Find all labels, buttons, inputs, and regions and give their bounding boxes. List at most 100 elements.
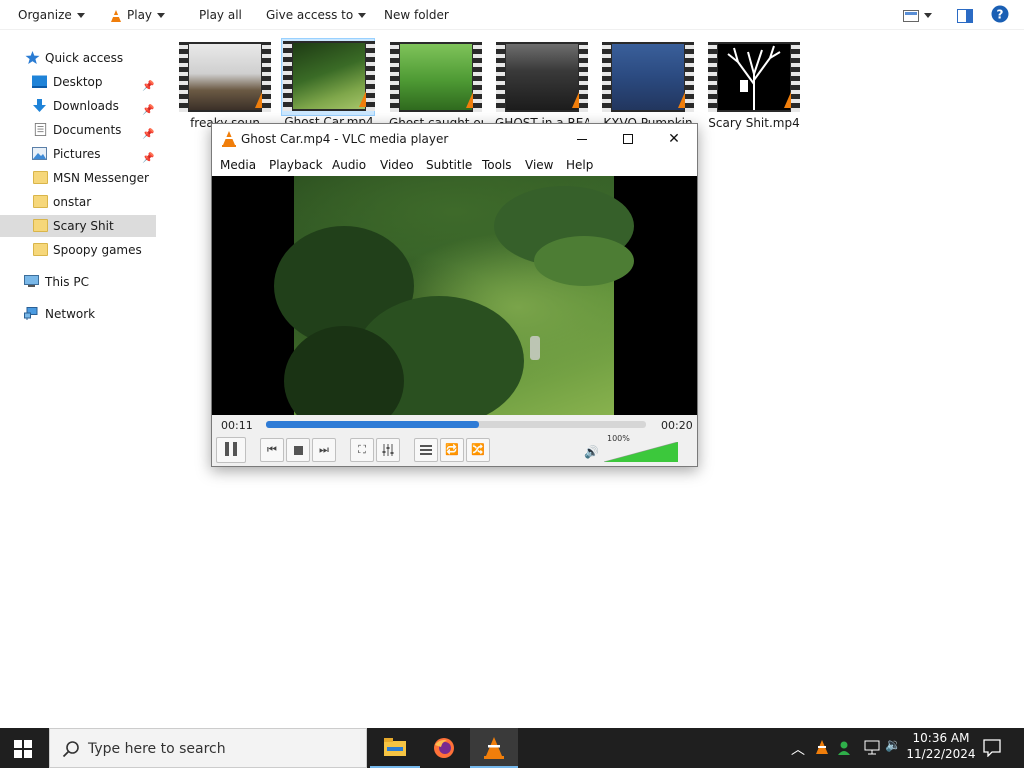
vlc-cone-icon — [255, 92, 269, 108]
seek-bar[interactable] — [266, 421, 646, 428]
close-button[interactable]: ✕ — [651, 124, 697, 154]
previous-button[interactable]: ⏮ — [260, 438, 284, 462]
elapsed-time: 00:11 — [221, 419, 253, 432]
maximize-icon — [623, 134, 633, 144]
play-label: Play — [127, 8, 153, 22]
menu-tools[interactable]: Tools — [482, 158, 512, 172]
nav-item-spoopy-games[interactable]: Spoopy games — [0, 239, 156, 261]
playlist-button[interactable] — [414, 438, 438, 462]
fullscreen-button[interactable]: ⛶ — [350, 438, 374, 462]
nav-item-downloads[interactable]: Downloads 📌 — [0, 95, 156, 117]
nav-this-pc[interactable]: This PC — [0, 271, 156, 293]
taskbar-search-box[interactable]: Type here to search — [49, 728, 367, 768]
people-icon[interactable] — [838, 740, 854, 756]
menu-playback[interactable]: Playback — [269, 158, 323, 172]
film-strip-icon — [283, 41, 375, 111]
svg-text:?: ? — [997, 8, 1004, 22]
extended-settings-button[interactable] — [376, 438, 400, 462]
chevron-down-icon — [924, 13, 932, 18]
explorer-toolbar: Organize Play Play all Give access to Ne… — [0, 0, 1024, 30]
nav-item-documents[interactable]: Documents 📌 — [0, 119, 156, 141]
start-button[interactable] — [14, 740, 32, 761]
vlc-title-bar[interactable]: Ghost Car.mp4 - VLC media player ✕ — [212, 124, 697, 154]
video-bush — [534, 236, 634, 286]
file-thumbnail[interactable]: Ghost caught on — [389, 40, 483, 130]
clock-date: 11/22/2024 — [906, 747, 976, 761]
vlc-window-title: Ghost Car.mp4 - VLC media player — [241, 132, 449, 146]
taskbar-vlc[interactable] — [470, 728, 518, 768]
file-thumbnail[interactable]: KXVO Pumpkin — [601, 40, 695, 130]
file-thumbnail[interactable]: freaky soun gi — [178, 40, 272, 145]
nav-item-desktop[interactable]: Desktop 📌 — [0, 71, 156, 93]
menu-video[interactable]: Video — [380, 158, 414, 172]
previous-icon: ⏮ — [267, 443, 277, 456]
file-thumbnail[interactable]: GHOST in a REAL — [495, 40, 589, 130]
star-icon — [25, 51, 40, 64]
volume-tray-icon[interactable]: 🔉 — [885, 738, 901, 753]
clock[interactable]: 10:36 AM 11/22/2024 — [905, 731, 977, 761]
network-icon — [24, 307, 38, 320]
clock-time: 10:36 AM — [912, 731, 970, 745]
folder-icon — [33, 195, 48, 208]
nav-item-msn-messenger[interactable]: MSN Messenger — [0, 167, 156, 189]
play-button[interactable]: Play — [109, 6, 166, 24]
chevron-up-icon[interactable]: ︿ — [791, 739, 805, 759]
taskbar-firefox[interactable] — [420, 728, 470, 768]
nav-label: Pictures — [53, 147, 101, 161]
menu-view[interactable]: View — [525, 158, 553, 172]
vlc-cone-icon — [484, 737, 504, 759]
pause-button[interactable] — [216, 437, 246, 463]
shuffle-button[interactable]: 🔀 — [466, 438, 490, 462]
file-explorer-icon — [384, 738, 406, 756]
desktop-icon — [32, 75, 47, 88]
nav-network[interactable]: Network — [0, 303, 156, 325]
equalizer-icon — [382, 444, 394, 456]
new-folder-button[interactable]: New folder — [384, 6, 449, 24]
vlc-cone-icon — [572, 92, 586, 108]
speaker-icon[interactable]: 🔊 — [584, 445, 599, 459]
next-button[interactable]: ⏭ — [312, 438, 336, 462]
organize-button[interactable]: Organize — [18, 6, 85, 24]
network-tray-icon[interactable] — [862, 740, 880, 756]
firefox-icon — [434, 738, 454, 758]
help-icon: ? — [991, 5, 1009, 23]
film-strip-icon — [496, 42, 588, 112]
view-options-button[interactable] — [903, 6, 932, 24]
chevron-down-icon — [358, 13, 367, 18]
menu-audio[interactable]: Audio — [332, 158, 366, 172]
give-access-button[interactable]: Give access to — [266, 6, 367, 24]
loop-button[interactable]: 🔁 — [440, 438, 464, 462]
volume-slider[interactable] — [603, 441, 679, 463]
file-thumbnail-selected[interactable]: Ghost Car.mp4 — [281, 38, 375, 129]
tray-vlc-icon[interactable] — [815, 740, 829, 756]
help-button[interactable]: ? — [991, 5, 1009, 23]
minimize-button[interactable] — [559, 124, 605, 154]
preview-pane-button[interactable] — [957, 6, 973, 24]
menu-media[interactable]: Media — [220, 158, 256, 172]
pictures-icon — [32, 147, 47, 160]
chevron-down-icon — [76, 13, 85, 18]
notifications-icon[interactable] — [983, 739, 1001, 757]
maximize-button[interactable] — [605, 124, 651, 154]
nav-quick-access[interactable]: Quick access — [0, 47, 156, 69]
download-icon — [33, 99, 46, 112]
nav-label: Scary Shit — [53, 219, 114, 233]
ghost-figure — [530, 336, 540, 360]
nav-label: This PC — [45, 275, 89, 289]
folder-icon — [33, 171, 48, 184]
taskbar-file-explorer[interactable] — [370, 728, 420, 768]
nav-item-scary-shit[interactable]: Scary Shit — [0, 215, 156, 237]
vlc-cone-icon — [111, 9, 121, 22]
file-thumbnail[interactable]: Scary Shit.mp4 — [707, 40, 801, 130]
video-area[interactable] — [212, 176, 697, 415]
nav-label: Quick access — [45, 51, 124, 65]
menu-help[interactable]: Help — [566, 158, 593, 172]
play-all-button[interactable]: Play all — [199, 6, 242, 24]
nav-item-pictures[interactable]: Pictures 📌 — [0, 143, 156, 165]
menu-subtitle[interactable]: Subtitle — [426, 158, 472, 172]
file-name: Scary Shit.mp4 — [708, 116, 800, 130]
vlc-menu-bar: Media Playback Audio Video Subtitle Tool… — [212, 154, 697, 176]
stop-button[interactable] — [286, 438, 310, 462]
vlc-cone-icon — [359, 91, 373, 107]
nav-item-onstar[interactable]: onstar — [0, 191, 156, 213]
